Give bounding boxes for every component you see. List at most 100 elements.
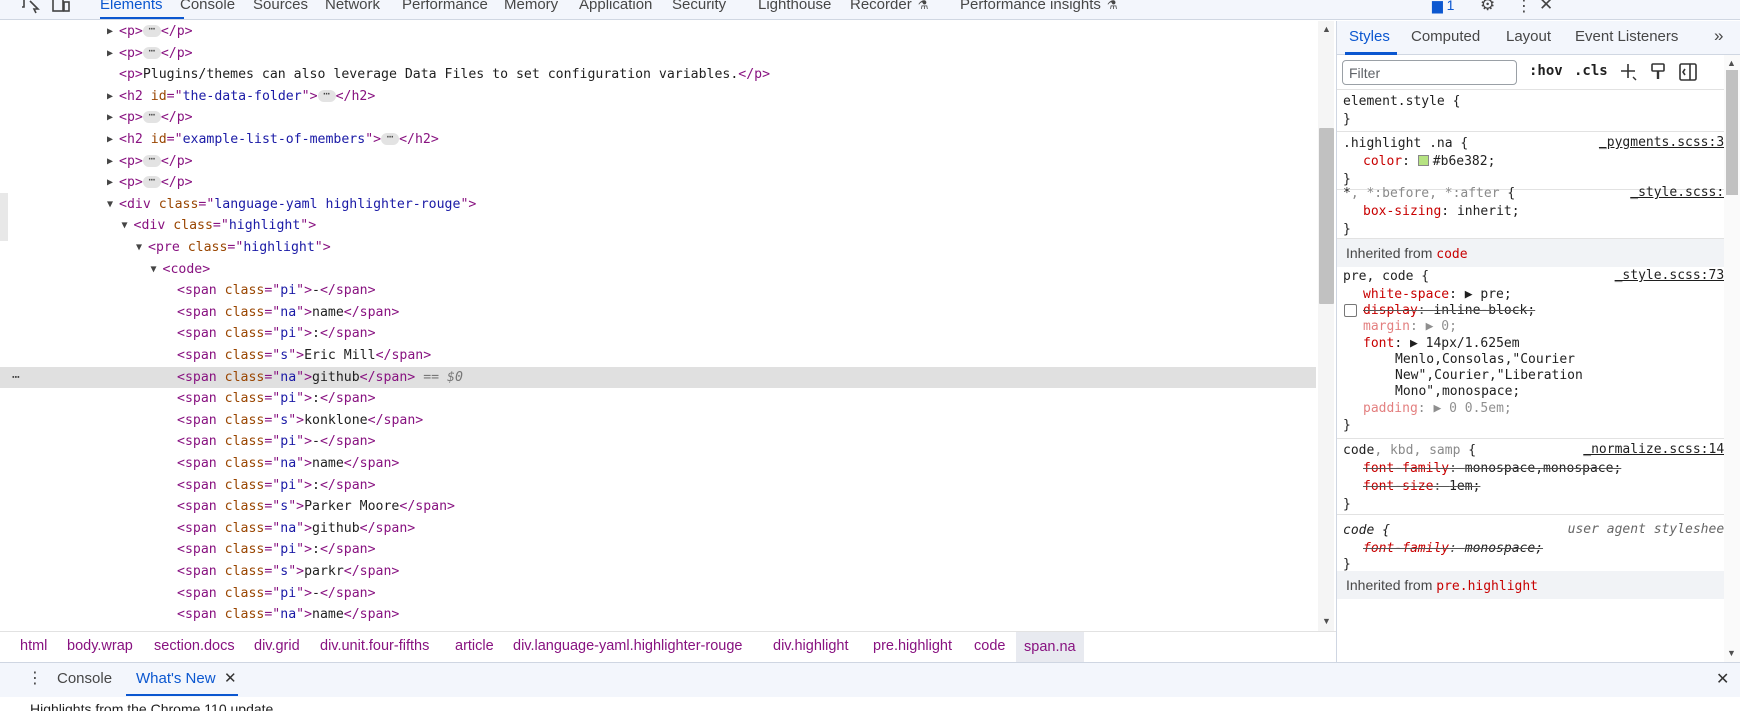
breadcrumb-item[interactable]: body.wrap (67, 638, 133, 654)
expand-triangle-icon[interactable]: ▶ (107, 43, 119, 64)
dom-scrollbar-thumb[interactable] (1319, 128, 1334, 304)
dom-node-line[interactable]: ▶ <h2 id="example-list-of-members"> ⋯ </h2> (0, 129, 1316, 150)
css-property-inactive[interactable]: margin: ▶ 0; (1363, 318, 1740, 336)
dom-node-line[interactable]: ▶ <p> ⋯ </p> (0, 151, 1316, 172)
breadcrumb-item[interactable]: section.docs (154, 638, 235, 654)
dom-node-line[interactable]: ▶ <p> ⋯ </p> (0, 21, 1316, 42)
scroll-up-arrow-icon[interactable]: ▲ (1727, 58, 1736, 68)
collapse-triangle-icon[interactable]: ▼ (122, 215, 134, 236)
expand-triangle-icon[interactable]: ▶ (107, 129, 119, 150)
paint-brush-icon[interactable] (1649, 62, 1669, 82)
expand-triangle-icon[interactable]: ▶ (107, 21, 119, 42)
drawer-tab-whats-new[interactable]: What's New (136, 670, 216, 687)
toggle-sidebar-icon[interactable] (1678, 62, 1698, 82)
tab-elements[interactable]: Elements (100, 0, 163, 13)
dom-node-line[interactable]: ▶ <p> ⋯ </p> (0, 172, 1316, 193)
dom-node-line[interactable]: ▶ <p> ⋯ </p> (0, 43, 1316, 64)
expand-triangle-icon[interactable]: ▶ (1465, 287, 1473, 302)
dom-node-line[interactable]: <span class="pi">-</span> (0, 583, 1316, 604)
dom-node-line[interactable]: <span class="pi">:</span> (0, 539, 1316, 560)
breadcrumb-item[interactable]: div.highlight (773, 638, 849, 654)
css-property-inactive[interactable]: padding: ▶ 0 0.5em; (1363, 400, 1740, 418)
expand-triangle-icon[interactable]: ▶ (1410, 336, 1418, 351)
tab-recorder[interactable]: Recorder ⚗ (850, 0, 928, 13)
tab-memory[interactable]: Memory (504, 0, 558, 13)
tab-styles[interactable]: Styles (1349, 28, 1390, 45)
dom-node-line[interactable]: <span class="na">name</span> (0, 302, 1316, 323)
rule-source-link[interactable]: _normalize.scss:142 (1583, 442, 1732, 457)
dom-node-line[interactable]: ▶ <h2 id="the-data-folder"> ⋯ </h2> (0, 86, 1316, 107)
dom-node-line[interactable]: <span class="pi">:</span> (0, 475, 1316, 496)
css-property-overridden[interactable]: font-size: 1em; (1363, 478, 1740, 496)
breadcrumb-item[interactable]: div.unit.four-fifths (320, 638, 429, 654)
close-drawer-icon[interactable]: ✕ (1716, 669, 1729, 689)
add-rule-icon[interactable] (1619, 62, 1639, 82)
dom-node-line[interactable]: <span class="pi">-</span> (0, 431, 1316, 452)
breadcrumb-item[interactable]: pre.highlight (873, 638, 952, 654)
dom-node-line[interactable]: ▶ <p> ⋯ </p> (0, 107, 1316, 128)
expand-triangle-icon[interactable]: ▶ (107, 86, 119, 107)
dom-node-line[interactable]: ▼ <pre class="highlight"> (0, 237, 1316, 258)
hov-toggle[interactable]: :hov (1529, 63, 1563, 79)
color-swatch[interactable] (1417, 155, 1429, 166)
tab-security[interactable]: Security (672, 0, 726, 13)
cls-toggle[interactable]: .cls (1574, 63, 1608, 79)
breadcrumb-item[interactable]: div.language-yaml.highlighter-rouge (513, 638, 742, 654)
tab-event-listeners[interactable]: Event Listeners (1575, 28, 1678, 45)
tab-console[interactable]: Console (180, 0, 235, 13)
breadcrumb-item-current[interactable]: span.na (1016, 632, 1084, 662)
tab-performance[interactable]: Performance (402, 0, 488, 13)
collapse-triangle-icon[interactable]: ▼ (107, 194, 119, 215)
node-actions-icon[interactable]: ⋯ (12, 367, 20, 388)
expand-triangle-icon[interactable]: ▶ (107, 107, 119, 128)
css-property[interactable]: box-sizing: inherit; (1363, 203, 1740, 221)
rule-selector[interactable]: element.style { (1343, 93, 1740, 111)
dom-node-line[interactable]: ▼ <div class="language-yaml highlighter-r… (0, 194, 1316, 215)
close-tab-icon[interactable]: ✕ (224, 669, 237, 687)
dom-node-line[interactable]: <span class="na">name</span> (0, 453, 1316, 474)
dom-node-line[interactable]: <span class="pi">:</span> (0, 388, 1316, 409)
dom-node-line[interactable]: <span class="pi">:</span> (0, 323, 1316, 344)
breadcrumb-item[interactable]: div.grid (254, 638, 300, 654)
expand-triangle-icon[interactable]: ▶ (107, 172, 119, 193)
dom-node-line[interactable]: <span class="s">Eric Mill</span> (0, 345, 1316, 366)
drawer-tab-console[interactable]: Console (57, 670, 112, 687)
dom-node-line[interactable]: <span class="s">parkr</span> (0, 561, 1316, 582)
tab-network[interactable]: Network (325, 0, 380, 13)
expand-triangle-icon[interactable]: ▶ (107, 151, 119, 172)
dom-node-line[interactable]: <span class="s">Parker Moore</span> (0, 496, 1316, 517)
tab-lighthouse[interactable]: Lighthouse (758, 0, 831, 13)
dom-node-line[interactable]: <span class="na">name</span> (0, 604, 1316, 625)
tab-performance-insights[interactable]: Performance insights ⚗ (960, 0, 1118, 13)
tab-layout[interactable]: Layout (1506, 28, 1551, 45)
dom-node-line[interactable]: ▼ <code> (0, 259, 1316, 280)
drawer-menu-icon[interactable]: ⋮ (27, 668, 43, 688)
issues-button[interactable]: ▆ 1 (1432, 0, 1454, 14)
gear-icon[interactable]: ⚙ (1480, 0, 1495, 15)
breadcrumb-item[interactable]: html (20, 638, 47, 654)
inherited-tag[interactable]: pre.highlight (1436, 579, 1538, 594)
dom-node-line[interactable]: ⋯ <span class="na">github</span> == $0 (0, 366, 1316, 388)
dom-node-line[interactable]: <p>Plugins/themes can also leverage Data… (0, 64, 1316, 85)
css-property[interactable]: color: #b6e382; (1363, 153, 1740, 171)
styles-filter-input[interactable] (1342, 60, 1517, 85)
dom-node-line[interactable]: <span class="na">github</span> (0, 518, 1316, 539)
scroll-down-arrow-icon[interactable]: ▼ (1727, 648, 1736, 658)
dom-node-line[interactable]: <span class="pi">-</span> (0, 280, 1316, 301)
close-devtools-icon[interactable]: ✕ (1539, 0, 1553, 15)
scroll-up-arrow-icon[interactable]: ▲ (1322, 24, 1331, 34)
tab-sources[interactable]: Sources (253, 0, 308, 13)
inspect-element-icon[interactable] (20, 0, 42, 15)
tab-application[interactable]: Application (579, 0, 652, 13)
collapse-triangle-icon[interactable]: ▼ (136, 237, 148, 258)
rule-source-link[interactable]: _style.scss:9 (1630, 185, 1732, 200)
expand-triangle-icon[interactable]: ▶ (1433, 401, 1441, 416)
scroll-down-arrow-icon[interactable]: ▼ (1322, 616, 1331, 626)
collapse-triangle-icon[interactable]: ▼ (151, 259, 163, 280)
expand-triangle-icon[interactable]: ▶ (1426, 319, 1434, 334)
property-checkbox[interactable] (1344, 304, 1357, 317)
inherited-tag[interactable]: code (1436, 247, 1467, 262)
styles-scrollbar-thumb[interactable] (1726, 70, 1738, 195)
css-property-overridden[interactable]: font-family: monospace,monospace; (1363, 460, 1740, 478)
breadcrumb-item[interactable]: article (455, 638, 494, 654)
